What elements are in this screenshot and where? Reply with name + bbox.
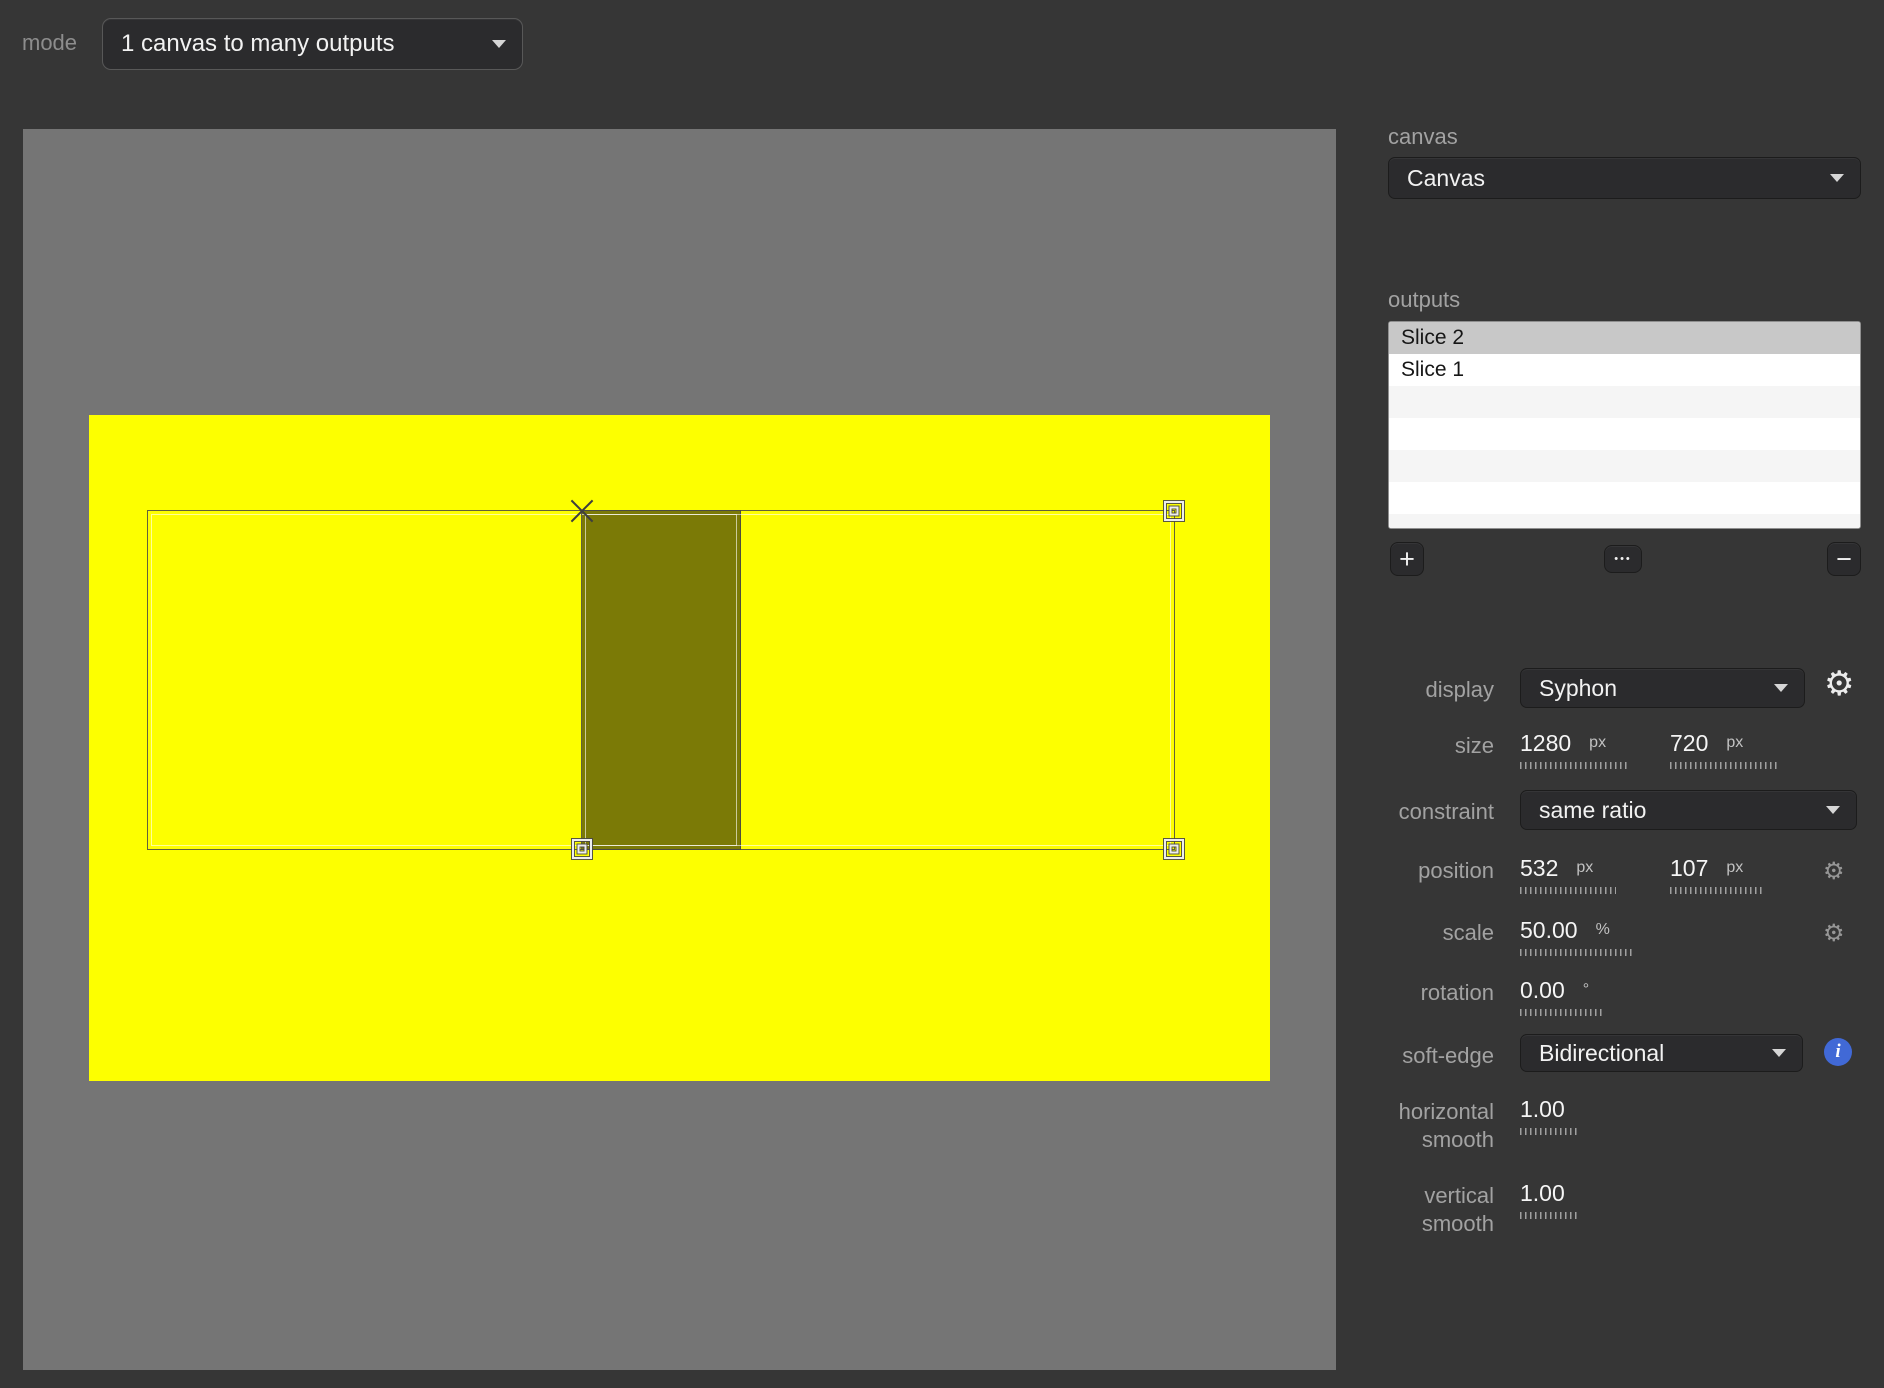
position-label: position (1388, 857, 1494, 885)
position-x-field[interactable]: 532 px (1520, 855, 1616, 894)
soft-edge-label: soft-edge (1388, 1042, 1494, 1070)
mode-dropdown-value: 1 canvas to many outputs (103, 30, 492, 58)
position-settings-gear-icon[interactable]: ⚙ (1823, 857, 1845, 885)
drag-rail (1670, 762, 1780, 769)
slice-2-selection[interactable] (581, 510, 1175, 850)
rotation-unit: ° (1583, 981, 1589, 998)
horizontal-smooth-field[interactable]: 1.00 (1520, 1096, 1580, 1135)
display-label: display (1388, 676, 1494, 704)
soft-edge-dropdown[interactable]: Bidirectional (1520, 1034, 1803, 1072)
rotation-value: 0.00 (1520, 977, 1565, 1003)
vertical-smooth-field[interactable]: 1.00 (1520, 1180, 1580, 1219)
display-settings-gear-icon[interactable]: ⚙ (1824, 664, 1854, 704)
display-dropdown[interactable]: Syphon (1520, 668, 1805, 708)
info-icon[interactable]: i (1824, 1038, 1852, 1066)
constraint-label: constraint (1388, 798, 1494, 826)
resize-handle-bottom-right[interactable] (1164, 839, 1184, 859)
output-item[interactable]: Slice 1 (1389, 354, 1860, 386)
size-height-value: 720 (1670, 730, 1708, 756)
app-window: mode 1 canvas to many outputs canvas Can… (0, 0, 1884, 1388)
position-y-value: 107 (1670, 855, 1708, 881)
position-x-value: 532 (1520, 855, 1558, 881)
scale-unit: % (1596, 921, 1610, 938)
resize-handle-inner (1170, 507, 1179, 516)
remove-output-button[interactable]: − (1827, 542, 1861, 576)
size-row: size 1280 px 720 px (1388, 730, 1861, 794)
chevron-down-icon (492, 40, 506, 48)
position-row: position 532 px 107 px ⚙ (1388, 855, 1861, 919)
size-height-field[interactable]: 720 px (1670, 730, 1780, 769)
horizontal-smooth-label: horizontal smooth (1388, 1098, 1494, 1154)
outputs-list[interactable]: Slice 2 Slice 1 (1388, 321, 1861, 529)
soft-edge-row: soft-edge Bidirectional i (1388, 1034, 1861, 1098)
rotation-row: rotation 0.00 ° (1388, 977, 1861, 1041)
display-dropdown-value: Syphon (1521, 675, 1774, 702)
inspector-panel: canvas Canvas outputs Slice 2 Slice 1 + … (1388, 0, 1861, 1388)
drag-rail (1520, 762, 1630, 769)
size-width-field[interactable]: 1280 px (1520, 730, 1630, 769)
chevron-down-icon (1826, 806, 1840, 814)
list-empty-row (1389, 418, 1860, 450)
resize-handle-top-right[interactable] (1164, 501, 1184, 521)
canvas-section-label: canvas (1388, 124, 1458, 150)
resize-handle-inner (578, 845, 587, 854)
scale-label: scale (1388, 919, 1494, 947)
size-height-unit: px (1726, 734, 1743, 751)
canvas-dropdown[interactable]: Canvas (1388, 157, 1861, 199)
size-width-value: 1280 (1520, 730, 1571, 756)
drag-rail (1520, 1009, 1604, 1016)
display-row: display Syphon ⚙ (1388, 668, 1861, 732)
position-x-unit: px (1576, 859, 1593, 876)
output-item-selected[interactable]: Slice 2 (1389, 322, 1860, 354)
vertical-smooth-value: 1.00 (1520, 1180, 1565, 1206)
resize-handle-inner (1170, 845, 1179, 854)
constraint-dropdown-value: same ratio (1521, 797, 1826, 824)
rotation-field[interactable]: 0.00 ° (1520, 977, 1604, 1016)
soft-edge-dropdown-value: Bidirectional (1521, 1040, 1772, 1067)
list-empty-row (1389, 386, 1860, 418)
position-y-field[interactable]: 107 px (1670, 855, 1764, 894)
drag-rail (1520, 1212, 1580, 1219)
chevron-down-icon (1830, 174, 1844, 182)
mode-label: mode (22, 30, 77, 56)
horizontal-smooth-row: horizontal smooth 1.00 (1388, 1096, 1861, 1160)
horizontal-smooth-value: 1.00 (1520, 1096, 1565, 1122)
outputs-section-label: outputs (1388, 287, 1460, 313)
rotation-label: rotation (1388, 979, 1494, 1007)
drag-rail (1520, 949, 1632, 956)
preview-stage[interactable] (23, 129, 1336, 1370)
drag-rail (1670, 887, 1764, 894)
drag-rail (1520, 1128, 1580, 1135)
constraint-row: constraint same ratio (1388, 790, 1861, 854)
vertical-smooth-label: vertical smooth (1388, 1182, 1494, 1238)
chevron-down-icon (1772, 1049, 1786, 1057)
position-y-unit: px (1726, 859, 1743, 876)
close-x-icon[interactable] (569, 498, 595, 524)
list-empty-row (1389, 514, 1860, 529)
more-options-button[interactable]: ••• (1604, 545, 1642, 573)
resize-handle-bottom-left[interactable] (572, 839, 592, 859)
list-empty-row (1389, 482, 1860, 514)
chevron-down-icon (1774, 684, 1788, 692)
vertical-smooth-row: vertical smooth 1.00 (1388, 1180, 1861, 1244)
scale-value: 50.00 (1520, 917, 1578, 943)
size-width-unit: px (1589, 734, 1606, 751)
constraint-dropdown[interactable]: same ratio (1520, 790, 1857, 830)
add-output-button[interactable]: + (1390, 542, 1424, 576)
drag-rail (1520, 887, 1616, 894)
canvas-dropdown-value: Canvas (1389, 165, 1830, 192)
scale-field[interactable]: 50.00% (1520, 917, 1632, 956)
scale-settings-gear-icon[interactable]: ⚙ (1823, 919, 1845, 947)
mode-dropdown[interactable]: 1 canvas to many outputs (102, 18, 523, 70)
scale-row: scale 50.00% ⚙ (1388, 917, 1861, 981)
size-label: size (1388, 732, 1494, 760)
list-empty-row (1389, 450, 1860, 482)
